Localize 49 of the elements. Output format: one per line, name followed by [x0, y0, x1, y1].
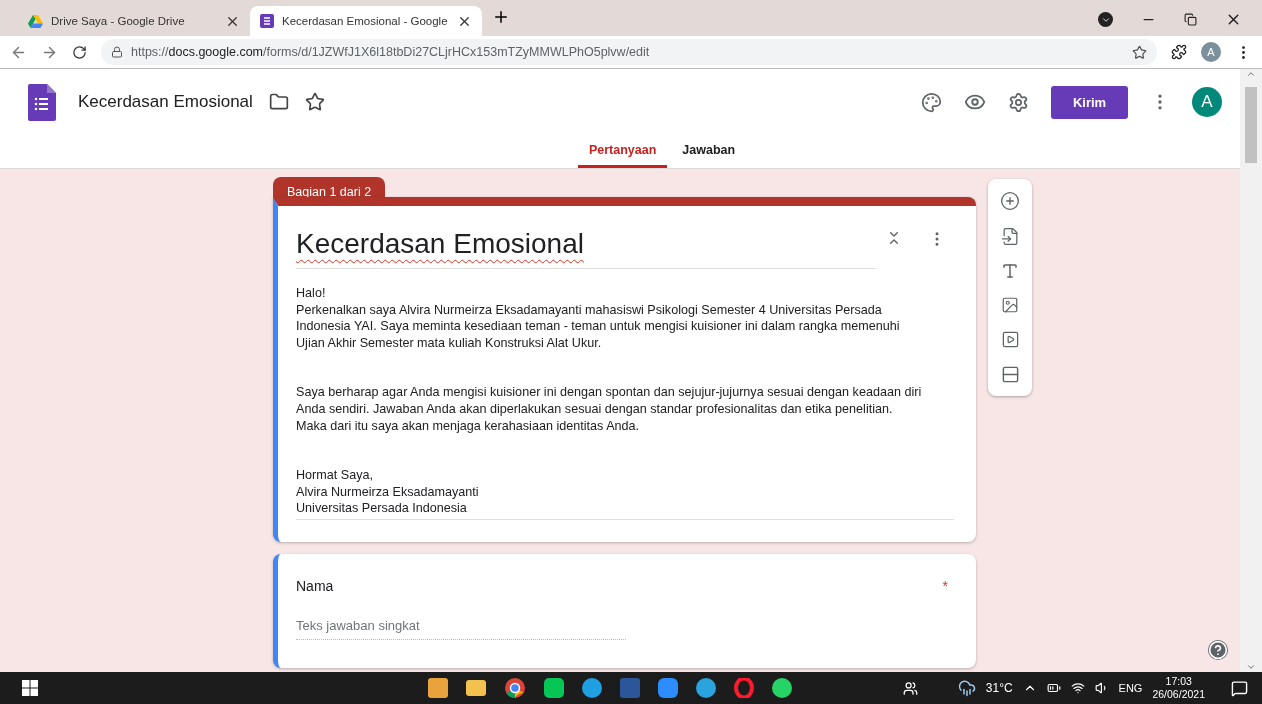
- add-title-icon[interactable]: [1001, 262, 1019, 280]
- clock[interactable]: 17:03 26/06/2021: [1152, 675, 1205, 701]
- import-icon[interactable]: [1000, 227, 1020, 246]
- section-icon[interactable]: [1000, 365, 1020, 384]
- drive-logo-icon: [28, 14, 43, 28]
- extensions-icon[interactable]: [1171, 44, 1187, 60]
- opera-icon[interactable]: [734, 678, 754, 698]
- weather-icon[interactable]: [957, 679, 976, 697]
- send-button[interactable]: Kirim: [1051, 85, 1128, 119]
- image-icon[interactable]: [1001, 296, 1019, 314]
- scroll-down-icon[interactable]: [1246, 662, 1256, 672]
- new-tab-icon[interactable]: [492, 8, 510, 26]
- restore-icon[interactable]: [1184, 13, 1197, 26]
- chrome-icon[interactable]: [504, 677, 526, 699]
- description-paragraph: Hormat Saya, Alvira Nurmeirza Eksadamayanti Universitas Persada Indonesia: [296, 467, 480, 517]
- video-icon[interactable]: [1000, 330, 1020, 349]
- forms-logo-icon[interactable]: [28, 83, 56, 121]
- people-icon[interactable]: [902, 680, 918, 696]
- settings-icon[interactable]: [1008, 91, 1029, 113]
- add-question-icon[interactable]: [1000, 191, 1020, 211]
- windows-start-icon[interactable]: [22, 680, 38, 696]
- notification-icon[interactable]: [1231, 679, 1248, 697]
- answer-field: Teks jawaban singkat: [296, 617, 626, 640]
- media-control-icon[interactable]: [1098, 12, 1113, 27]
- description-paragraph: Saya berharap agar Anda mengisi kuisioner ini dengan spontan dan sejujur-jujurnya sesuai dengan keadaan diri Anda sendiri. Jawaban Anda akan diperlakukan sesuai dengan standar profesionalitas dan etika penelitian. Maka dari itu saya akan menjaga kerahasiaan identitas Anda.: [296, 384, 923, 435]
- url-text: https://docs.google.com/forms/d/1JZWfJ1X6l18tbDi27CLjrHCx153mTZyMMWLPhO5plvw/edit: [131, 45, 650, 59]
- browser-tab[interactable]: Drive Saya - Google Drive: [18, 6, 250, 36]
- lock-icon: [111, 46, 123, 58]
- form-title[interactable]: Kecerdasan Emosional: [78, 92, 253, 112]
- help-icon[interactable]: [1208, 640, 1228, 660]
- address-bar[interactable]: https://docs.google.com/forms/d/1JZWfJ1X6l18tbDi27CLjrHCx153mTZyMMWLPhO5plvw/edit: [101, 39, 1157, 65]
- account-avatar[interactable]: A: [1192, 87, 1222, 117]
- battery-icon[interactable]: [1046, 681, 1061, 695]
- forms-logo-icon: [260, 14, 274, 28]
- reload-icon[interactable]: [72, 44, 87, 60]
- temperature: 31°C: [985, 681, 1013, 695]
- section-title[interactable]: Kecerdasan Emosional: [296, 228, 876, 269]
- form-tab[interactable]: Jawaban: [671, 135, 747, 168]
- bookmark-star-icon[interactable]: [1132, 44, 1147, 60]
- browser-tab[interactable]: Kecerdasan Emosional - Google: [250, 6, 482, 36]
- scrollbar-thumb[interactable]: [1245, 87, 1257, 163]
- language-indicator[interactable]: ENG: [1118, 682, 1143, 694]
- required-mark: *: [942, 577, 948, 594]
- wifi-icon[interactable]: [1070, 681, 1085, 695]
- scroll-up-icon[interactable]: [1246, 69, 1256, 79]
- palette-icon[interactable]: [921, 91, 942, 113]
- star-icon[interactable]: [304, 92, 325, 112]
- question-title[interactable]: Nama: [296, 577, 334, 594]
- description-paragraph: Halo! Perkenalkan saya Alvira Nurmeirza Eksadamayanti mahasiswi Psikologi Semester 4 Universitas Persada Indonesia YAI. Saya meminta kesediaan teman - teman untuk mengisi kuisioner ini dalam rangka memenuhi Ujian Akhir Semester mata kuliah Konstruksi Alat Ukur.: [296, 285, 901, 352]
